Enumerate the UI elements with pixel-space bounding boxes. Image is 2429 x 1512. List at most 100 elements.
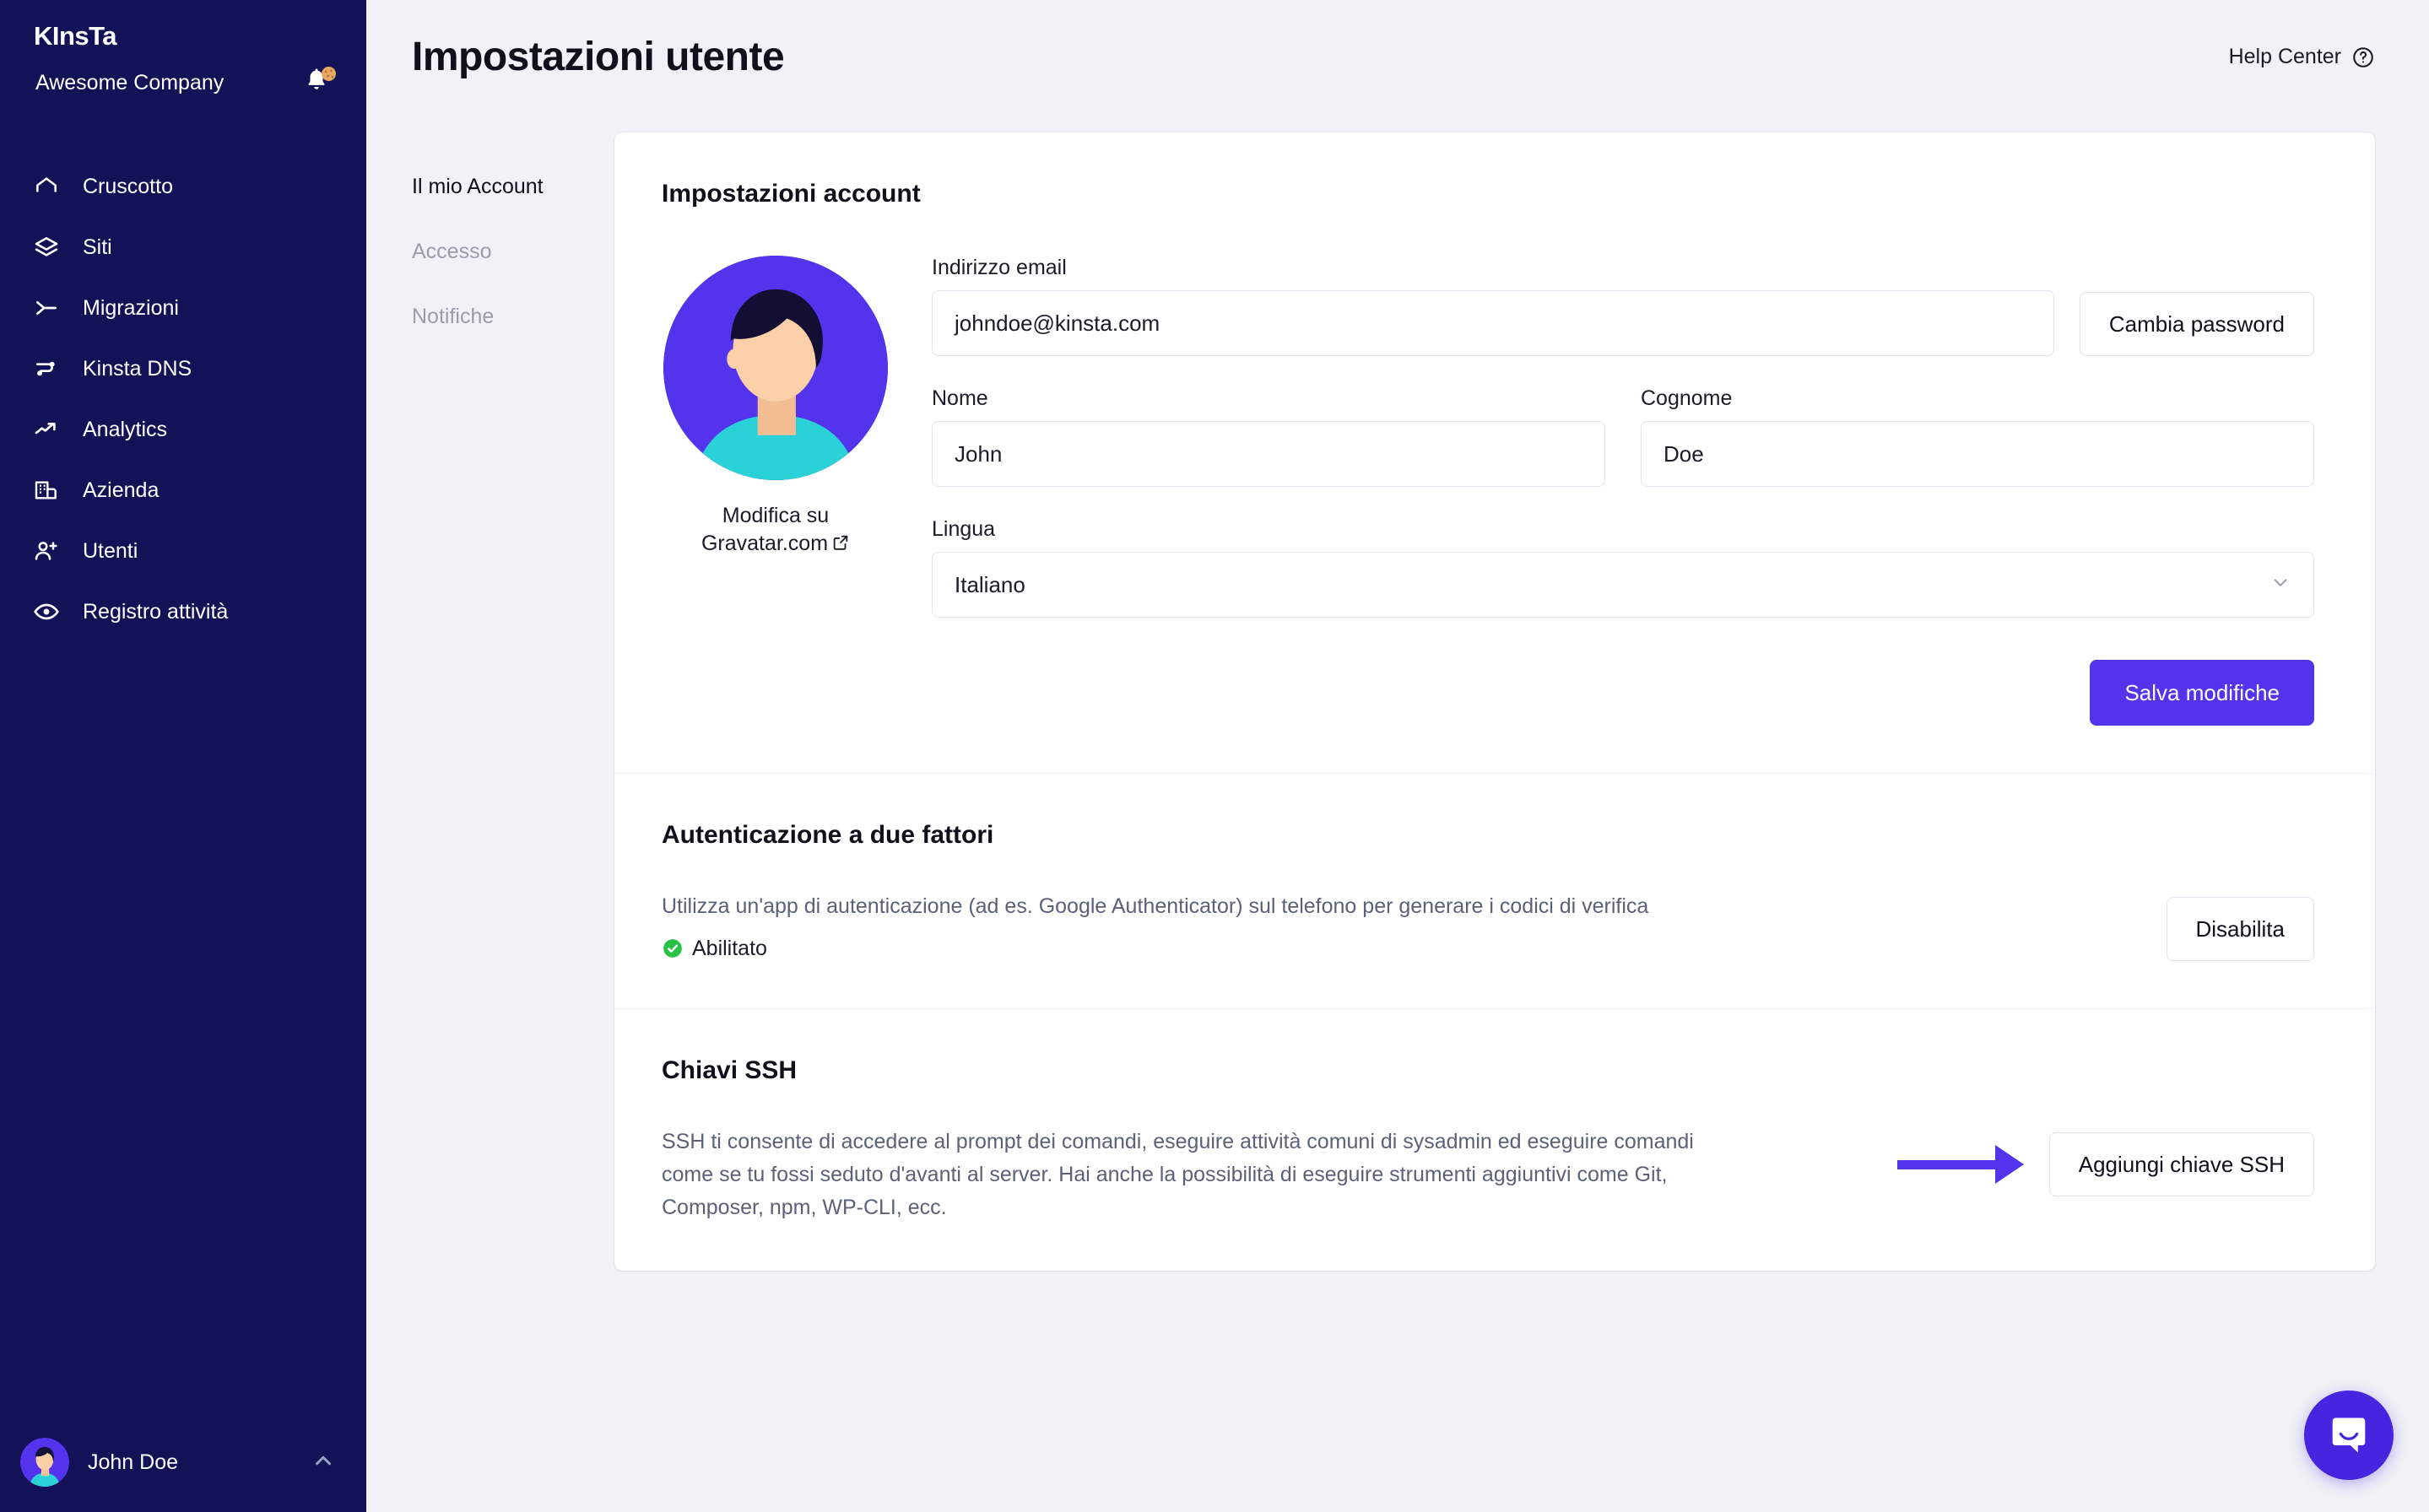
avatar-image-icon	[663, 256, 888, 480]
company-name: Awesome Company	[35, 70, 225, 94]
layers-icon	[32, 233, 61, 262]
add-ssh-key-button[interactable]: Aggiungi chiave SSH	[2048, 1132, 2314, 1196]
user-add-icon	[32, 537, 61, 565]
sidebar-item-siti[interactable]: Siti	[0, 217, 366, 278]
first-name-field[interactable]: John	[932, 421, 1605, 487]
sidebar-item-analytics[interactable]: Analytics	[0, 399, 366, 460]
annotation-arrow-icon	[1896, 1145, 2024, 1184]
account-settings-section: Impostazioni account Modifica su Gravata…	[614, 132, 2375, 773]
main-content: Impostazioni utente Help Center Il mio A…	[366, 0, 2429, 1512]
sidebar: KInsTa Awesome Company Cruscotto Siti Mi…	[0, 0, 366, 1512]
avatar-image-icon	[20, 1438, 69, 1487]
external-link-icon	[833, 535, 848, 550]
email-group: Indirizzo email johndoe@kinsta.com	[932, 256, 2054, 356]
chevron-up-icon	[311, 1448, 336, 1477]
two-factor-section: Autenticazione a due fattori Utilizza un…	[614, 773, 2375, 1008]
save-button[interactable]: Salva modifiche	[2090, 660, 2314, 726]
arrow-head	[1994, 1145, 2024, 1184]
building-icon	[32, 476, 61, 505]
subnav-item-il-mio-account[interactable]: Il mio Account	[412, 175, 614, 199]
first-name-group: Nome John	[932, 386, 1605, 487]
gravatar-edit-link[interactable]: Modifica su Gravatar.com	[701, 502, 850, 557]
app-root: KInsTa Awesome Company Cruscotto Siti Mi…	[0, 0, 2429, 1512]
email-row: Indirizzo email johndoe@kinsta.com Cambi…	[932, 256, 2314, 356]
trend-up-icon	[32, 415, 61, 444]
notification-badge	[322, 67, 336, 81]
two-factor-title: Autenticazione a due fattori	[662, 821, 994, 849]
sidebar-user-menu[interactable]: John Doe	[0, 1412, 366, 1512]
ssh-keys-description: SSH ti consente di accedere al prompt de…	[662, 1130, 1694, 1219]
dns-icon	[32, 354, 61, 383]
sidebar-nav: Cruscotto Siti Migrazioni Kinsta DNS Ana…	[0, 156, 366, 642]
email-field[interactable]: johndoe@kinsta.com	[932, 290, 2054, 356]
subnav-item-accesso[interactable]: Accesso	[412, 240, 614, 264]
intercom-launcher-button[interactable]	[2304, 1390, 2394, 1480]
sidebar-item-registro-attivita[interactable]: Registro attività	[0, 581, 366, 642]
last-name-field[interactable]: Doe	[1641, 421, 2314, 487]
two-factor-action: Disabilita	[2166, 890, 2314, 961]
account-fields: Indirizzo email johndoe@kinsta.com Cambi…	[890, 256, 2314, 726]
chat-bubble-icon	[2332, 1418, 2366, 1453]
name-row: Nome John Cognome Doe	[932, 386, 2314, 487]
ssh-keys-section: Chiavi SSH SSH ti consente di accedere a…	[614, 1008, 2375, 1271]
help-center-label: Help Center	[2228, 45, 2341, 68]
sidebar-item-azienda[interactable]: Azienda	[0, 460, 366, 521]
disable-2fa-button[interactable]: Disabilita	[2166, 897, 2314, 961]
brand-logo[interactable]: KInsTa	[0, 0, 366, 55]
language-group: Lingua Italiano	[932, 517, 2314, 618]
sidebar-item-label: Analytics	[83, 417, 168, 441]
sidebar-item-label: Kinsta DNS	[83, 356, 192, 381]
two-factor-description: Utilizza un'app di autenticazione (ad es…	[662, 894, 1649, 918]
avatar	[663, 256, 888, 480]
notifications-button[interactable]	[304, 67, 336, 99]
page-title: Impostazioni utente	[412, 35, 785, 79]
sidebar-item-utenti[interactable]: Utenti	[0, 521, 366, 581]
content-area: Il mio Account Accesso Notifiche Imposta…	[366, 80, 2429, 1272]
two-factor-status: Abilitato	[692, 936, 767, 960]
first-name-label: Nome	[932, 386, 988, 410]
account-body: Modifica su Gravatar.com Indirizzo email…	[662, 256, 2314, 726]
language-select[interactable]: Italiano	[932, 552, 2314, 618]
sidebar-item-migrazioni[interactable]: Migrazioni	[0, 278, 366, 338]
save-row: Salva modifiche	[932, 660, 2314, 726]
sidebar-item-label: Migrazioni	[83, 295, 179, 320]
sidebar-item-label: Cruscotto	[83, 174, 173, 198]
avatar-column: Modifica su Gravatar.com	[662, 256, 890, 726]
sidebar-item-label: Utenti	[83, 538, 138, 563]
sidebar-item-label: Siti	[83, 235, 112, 259]
change-password-button[interactable]: Cambia password	[2079, 292, 2314, 356]
account-settings-title: Impostazioni account	[662, 180, 921, 208]
subnav-item-notifiche[interactable]: Notifiche	[412, 305, 614, 329]
help-center-link[interactable]: Help Center	[2229, 45, 2375, 69]
company-row: Awesome Company	[0, 55, 366, 99]
eye-icon	[32, 597, 61, 626]
language-label: Lingua	[932, 517, 996, 541]
kinsta-logo-icon: KInsTa	[34, 21, 118, 51]
settings-subnav: Il mio Account Accesso Notifiche	[412, 132, 614, 1271]
avatar	[20, 1438, 69, 1487]
check-circle-icon	[663, 939, 682, 958]
gravatar-link-line2: Gravatar.com	[701, 531, 829, 555]
last-name-group: Cognome Doe	[1641, 386, 2314, 487]
gravatar-link-line1: Modifica su	[722, 504, 830, 527]
sidebar-user-name: John Doe	[88, 1450, 179, 1474]
ssh-keys-text: SSH ti consente di accedere al prompt de…	[662, 1126, 1750, 1223]
arrow-shaft	[1896, 1159, 1997, 1169]
chevron-down-icon	[2269, 571, 2291, 599]
topbar: Impostazioni utente Help Center	[366, 0, 2429, 80]
migration-icon	[32, 294, 61, 322]
status-badge: Abilitato	[662, 937, 1750, 961]
two-factor-row: Utilizza un'app di autenticazione (ad es…	[662, 890, 2314, 961]
email-label: Indirizzo email	[932, 256, 1067, 279]
sidebar-item-kinsta-dns[interactable]: Kinsta DNS	[0, 338, 366, 399]
home-icon	[32, 172, 61, 201]
ssh-keys-row: SSH ti consente di accedere al prompt de…	[662, 1126, 2314, 1223]
sidebar-item-label: Azienda	[83, 478, 160, 502]
ssh-keys-action: Aggiungi chiave SSH	[1896, 1126, 2314, 1196]
language-selected-value: Italiano	[955, 571, 1025, 597]
last-name-label: Cognome	[1641, 386, 1733, 410]
settings-card: Impostazioni account Modifica su Gravata…	[614, 132, 2375, 1272]
two-factor-text: Utilizza un'app di autenticazione (ad es…	[662, 890, 1750, 961]
sidebar-item-cruscotto[interactable]: Cruscotto	[0, 156, 366, 217]
